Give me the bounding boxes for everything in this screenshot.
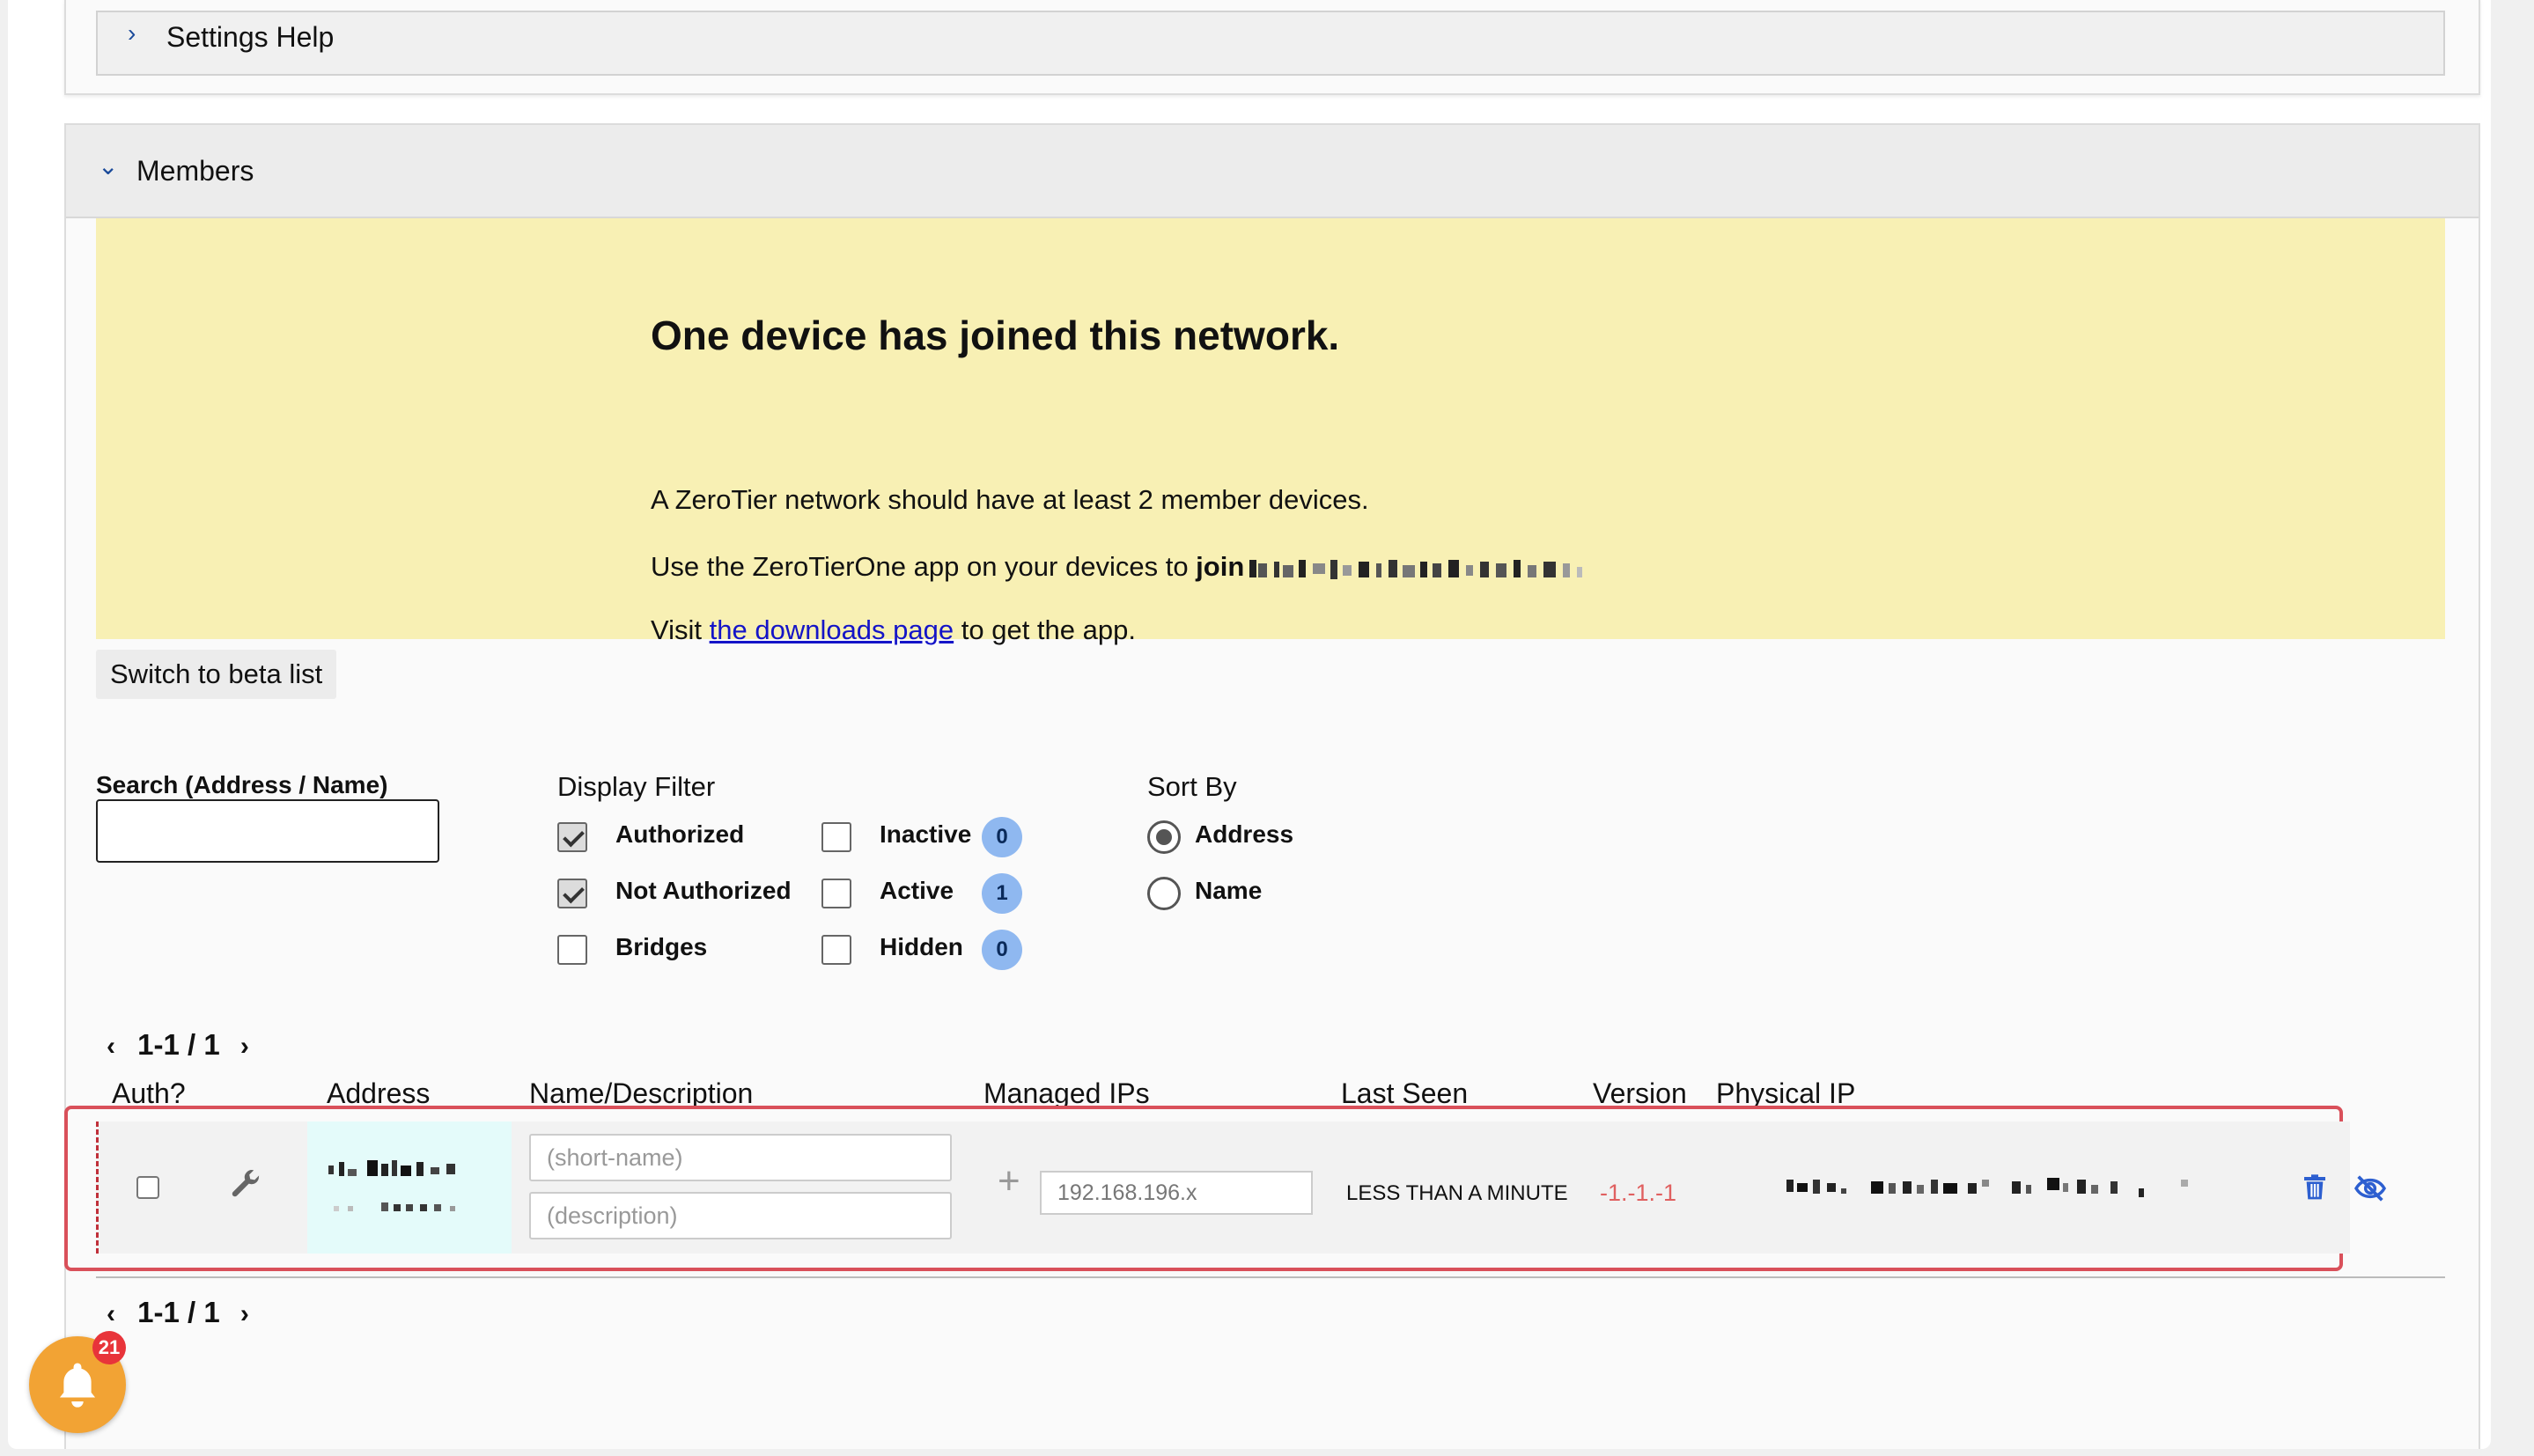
filter-not-authorized-label: Not Authorized <box>615 877 792 904</box>
members-header[interactable]: ⌄ Members <box>66 125 2479 218</box>
inactive-count-badge: 0 <box>982 817 1022 857</box>
chevron-right-icon: › <box>128 19 136 47</box>
hidden-count-badge: 0 <box>982 930 1022 970</box>
filter-active-label: Active <box>880 877 954 904</box>
sort-address-radio[interactable] <box>1147 820 1181 854</box>
filter-bridges-label: Bridges <box>615 933 708 960</box>
bell-icon <box>59 1363 96 1408</box>
pager-top: ‹ 1-1 / 1 › <box>107 1028 249 1062</box>
notification-count-badge: 21 <box>92 1331 126 1364</box>
pager-next-icon[interactable]: › <box>240 1299 249 1328</box>
wrench-icon[interactable] <box>228 1167 263 1202</box>
sort-by-title: Sort By <box>1147 771 1237 802</box>
last-seen-value: LESS THAN A MINUTE <box>1346 1181 1568 1205</box>
page: › Settings Help ⌄ Members One device has… <box>8 0 2491 1449</box>
notice-heading: One device has joined this network. <box>651 313 1340 358</box>
sort-name-label: Name <box>1195 877 1263 904</box>
table-divider <box>96 1276 2445 1278</box>
pager-prev-icon[interactable]: ‹ <box>107 1032 115 1061</box>
member-address-cell[interactable] <box>307 1121 512 1254</box>
pager-bottom-range: 1-1 / 1 <box>137 1296 220 1328</box>
filter-inactive-label: Inactive <box>880 820 972 848</box>
notice-visit-prefix: Visit <box>651 614 710 645</box>
short-name-input[interactable]: (short-name) <box>529 1134 952 1181</box>
display-filter-title: Display Filter <box>557 771 716 802</box>
switch-to-beta-list-button[interactable]: Switch to beta list <box>96 650 337 699</box>
filter-hidden-checkbox[interactable] <box>821 935 851 965</box>
filter-active-checkbox[interactable] <box>821 879 851 908</box>
version-value: -1.-1.-1 <box>1600 1180 1677 1206</box>
redacted-network-id <box>1249 559 1583 579</box>
table-row: (short-name) (description) + 192.168.196… <box>96 1121 2387 1254</box>
filter-bridges-checkbox[interactable] <box>557 935 587 965</box>
search-input[interactable] <box>96 799 439 863</box>
search-label: Search (Address / Name) <box>96 771 388 798</box>
member-authorize-checkbox[interactable] <box>136 1176 159 1199</box>
filter-hidden-label: Hidden <box>880 933 963 960</box>
settings-help-title: Settings Help <box>166 21 335 53</box>
notice-line-min-devices: A ZeroTier network should have at least … <box>651 484 1369 515</box>
pager-bottom: ‹ 1-1 / 1 › <box>107 1296 249 1329</box>
redacted-member-address <box>328 1160 455 1211</box>
row-status-marker <box>96 1121 99 1254</box>
notice-line-downloads: Visit the downloads page to get the app. <box>651 614 1136 646</box>
settings-help-panel: › Settings Help <box>64 0 2480 95</box>
pager-top-range: 1-1 / 1 <box>137 1028 220 1061</box>
trash-icon[interactable] <box>2301 1173 2329 1202</box>
managed-ip-input[interactable]: 192.168.196.x <box>1040 1171 1313 1215</box>
members-title: Members <box>136 155 254 187</box>
chevron-down-icon: ⌄ <box>98 152 119 180</box>
filter-authorized-label: Authorized <box>615 820 745 848</box>
join-notice: One device has joined this network. A Ze… <box>96 218 2445 645</box>
redacted-physical-ip <box>1786 1178 2188 1197</box>
pager-prev-icon[interactable]: ‹ <box>107 1299 115 1328</box>
active-count-badge: 1 <box>982 873 1022 914</box>
notice-line-join: Use the ZeroTierOne app on your devices … <box>651 551 1596 583</box>
eye-off-icon[interactable] <box>2354 1174 2387 1202</box>
sort-address-label: Address <box>1195 820 1294 848</box>
notice-join-prefix: Use the ZeroTierOne app on your devices … <box>651 551 1197 582</box>
sort-name-radio[interactable] <box>1147 877 1181 910</box>
settings-help-header[interactable]: › Settings Help <box>96 11 2445 76</box>
filter-inactive-checkbox[interactable] <box>821 822 851 852</box>
notice-join-command: join <box>1196 551 1245 582</box>
plus-icon[interactable]: + <box>998 1162 1020 1201</box>
filter-not-authorized-checkbox[interactable] <box>557 879 587 908</box>
notice-visit-suffix: to get the app. <box>954 614 1136 645</box>
description-input[interactable]: (description) <box>529 1192 952 1239</box>
downloads-page-link[interactable]: the downloads page <box>710 614 954 645</box>
pager-next-icon[interactable]: › <box>240 1032 249 1061</box>
members-panel: ⌄ Members One device has joined this net… <box>64 123 2480 1449</box>
filter-authorized-checkbox[interactable] <box>557 822 587 852</box>
